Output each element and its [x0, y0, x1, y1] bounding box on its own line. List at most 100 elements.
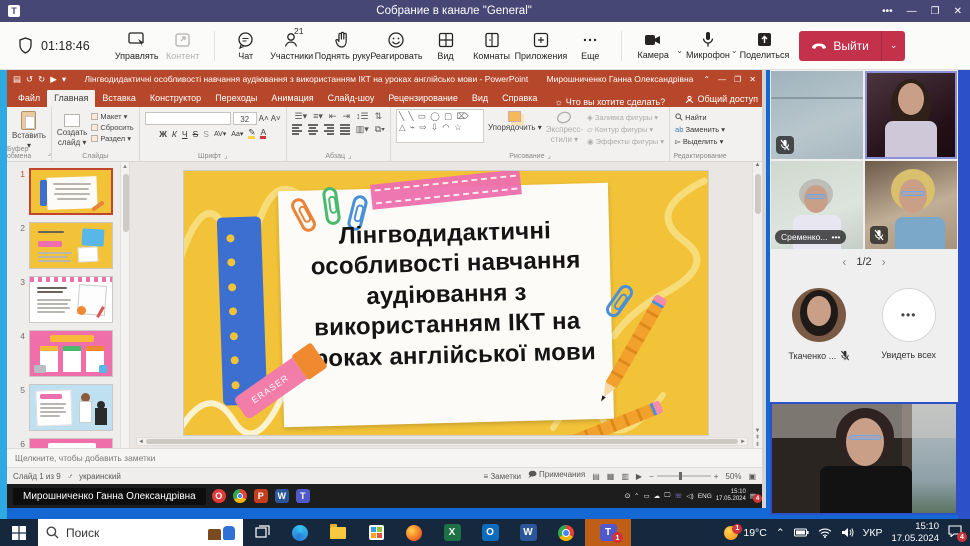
- text-direction-icon[interactable]: ⇅: [375, 111, 383, 122]
- replace-button[interactable]: ab Заменить ▾: [675, 125, 725, 134]
- thumbnail-slide-3[interactable]: 3: [13, 276, 129, 323]
- self-video-tile[interactable]: [770, 402, 958, 515]
- mic-button[interactable]: Микрофон: [685, 24, 731, 68]
- fit-window-icon[interactable]: ▣: [748, 472, 756, 481]
- thumbnail-slide-1[interactable]: 1: [13, 168, 129, 215]
- powerpoint-icon[interactable]: P: [254, 489, 268, 503]
- notes-pane[interactable]: Щелкните, чтобы добавить заметки: [7, 448, 762, 467]
- close-icon[interactable]: ✕: [954, 6, 962, 17]
- chrome-icon[interactable]: [233, 489, 247, 503]
- more-menu-icon[interactable]: •••: [882, 6, 893, 17]
- see-everyone-button[interactable]: •••: [882, 288, 936, 342]
- video-tile-1[interactable]: [771, 71, 863, 159]
- tab-insert[interactable]: Вставка: [95, 90, 142, 107]
- bullets-button[interactable]: ☰▾: [295, 111, 308, 122]
- mic-chevron-icon[interactable]: ⌄: [731, 46, 738, 55]
- ribbon-options-icon[interactable]: ⌃: [703, 75, 710, 84]
- layout-button[interactable]: Макет ▾: [91, 112, 133, 121]
- ppt-restore-icon[interactable]: ❐: [734, 75, 741, 84]
- shadow-button[interactable]: S: [203, 129, 209, 139]
- spacing-button[interactable]: AV▾: [214, 130, 226, 138]
- bold-button[interactable]: Ж: [159, 129, 167, 139]
- thumbnail-slide-2[interactable]: 2: [13, 222, 129, 269]
- justify-button[interactable]: [340, 124, 350, 135]
- find-button[interactable]: Найти: [675, 113, 725, 122]
- video-tile-4[interactable]: [865, 161, 957, 249]
- reset-button[interactable]: Сбросить: [91, 123, 133, 132]
- raise-hand-button[interactable]: Поднять руку: [315, 24, 371, 68]
- align-left-button[interactable]: [292, 124, 302, 135]
- react-button[interactable]: Реагировать: [370, 24, 422, 68]
- chrome-button[interactable]: [547, 519, 585, 546]
- reading-view-icon[interactable]: ▥: [621, 472, 629, 481]
- select-button[interactable]: ▻ Выделить ▾: [675, 137, 725, 146]
- language-indicator[interactable]: УКР: [863, 527, 883, 539]
- zoom-slider[interactable]: −+: [649, 472, 718, 481]
- task-view-button[interactable]: [243, 519, 281, 546]
- line-spacing-icon[interactable]: ↕☰: [356, 111, 369, 122]
- tab-transitions[interactable]: Переходы: [208, 90, 264, 107]
- word-button[interactable]: W: [509, 519, 547, 546]
- tab-slideshow[interactable]: Слайд-шоу: [321, 90, 382, 107]
- paste-button[interactable]: Вставить▾: [12, 109, 46, 150]
- qat-chevron-icon[interactable]: ▾: [62, 74, 66, 85]
- participant-avatar-item[interactable]: Ткаченко ...: [779, 288, 859, 361]
- notification-icon[interactable]: ▤4: [750, 492, 756, 500]
- normal-view-icon[interactable]: ▤: [592, 472, 600, 481]
- dialog-launcher-icon[interactable]: ⌟: [48, 149, 51, 157]
- quick-access-toolbar[interactable]: ▤↺↻▶▾: [13, 74, 66, 85]
- thumbnail-slide-6[interactable]: 6: [13, 438, 129, 448]
- participants-button[interactable]: 21 Участники: [269, 24, 315, 68]
- notes-toggle[interactable]: ≡ Заметки: [483, 472, 521, 481]
- view-button[interactable]: Вид: [423, 24, 469, 68]
- tab-view[interactable]: Вид: [465, 90, 495, 107]
- shape-outline-button[interactable]: ▱ Контур фигуры ▾: [587, 125, 664, 134]
- slideshow-icon[interactable]: ▶: [50, 74, 57, 85]
- chevron-up-icon[interactable]: ⌃: [634, 492, 639, 500]
- thumbnail-scrollbar[interactable]: ▲: [120, 162, 129, 448]
- tell-me-box[interactable]: ☼Что вы хотите сделать?: [554, 97, 665, 107]
- comments-toggle[interactable]: 🗩 Примечания: [528, 469, 585, 483]
- leave-button[interactable]: Выйти ⌄: [799, 31, 905, 61]
- camera-chevron-icon[interactable]: ⌄: [676, 46, 683, 55]
- taskbar-search[interactable]: Поиск: [38, 519, 243, 546]
- zoom-level[interactable]: 50%: [725, 472, 741, 481]
- speaker-icon[interactable]: [841, 527, 854, 538]
- new-slide-button[interactable]: Создатьслайд ▾: [57, 109, 87, 147]
- chat-button[interactable]: Чат: [223, 24, 269, 68]
- slide-vertical-scrollbar[interactable]: ▲▼⇞⇟: [752, 162, 762, 448]
- language-indicator[interactable]: украинский: [79, 472, 121, 481]
- tab-animations[interactable]: Анимация: [264, 90, 320, 107]
- share-screen-button[interactable]: Поделиться: [740, 24, 790, 68]
- tab-design[interactable]: Конструктор: [143, 90, 208, 107]
- font-name-box[interactable]: [145, 112, 231, 125]
- strikethrough-button[interactable]: S: [193, 129, 199, 139]
- clock[interactable]: 15:10 17.05.2024: [891, 521, 939, 544]
- store-button[interactable]: [357, 519, 395, 546]
- wifi-icon[interactable]: [818, 528, 832, 538]
- italic-button[interactable]: К: [172, 129, 177, 139]
- dialog-launcher-icon[interactable]: ⌟: [547, 152, 550, 160]
- ppt-close-icon[interactable]: ✕: [749, 75, 756, 84]
- undo-icon[interactable]: ↺: [26, 74, 33, 85]
- see-everyone-item[interactable]: ••• Увидеть всех: [869, 288, 949, 360]
- redo-icon[interactable]: ↻: [38, 74, 45, 85]
- highlight-button[interactable]: ✎: [248, 128, 255, 139]
- ppt-minimize-icon[interactable]: —: [718, 75, 726, 84]
- start-button[interactable]: [0, 519, 38, 546]
- firefox-button[interactable]: [395, 519, 433, 546]
- maximize-icon[interactable]: ❐: [931, 6, 940, 17]
- arrange-button[interactable]: Упорядочить ▾: [488, 109, 542, 132]
- shape-fill-button[interactable]: ◈ Заливка фигуры ▾: [587, 113, 664, 122]
- columns-icon[interactable]: ▥▾: [356, 124, 369, 135]
- slideshow-view-icon[interactable]: ▶: [636, 472, 642, 481]
- smartart-icon[interactable]: ⧉▾: [375, 124, 385, 135]
- indent-increase-icon[interactable]: ⇥: [342, 111, 350, 122]
- case-button[interactable]: Aa▾: [231, 130, 243, 138]
- rooms-button[interactable]: Комнаты: [469, 24, 515, 68]
- tab-home[interactable]: Главная: [47, 90, 95, 107]
- section-button[interactable]: Раздел ▾: [91, 134, 133, 143]
- camera-button[interactable]: Камера: [630, 24, 676, 68]
- underline-button[interactable]: Ч: [182, 129, 188, 139]
- more-icon[interactable]: •••: [831, 232, 840, 242]
